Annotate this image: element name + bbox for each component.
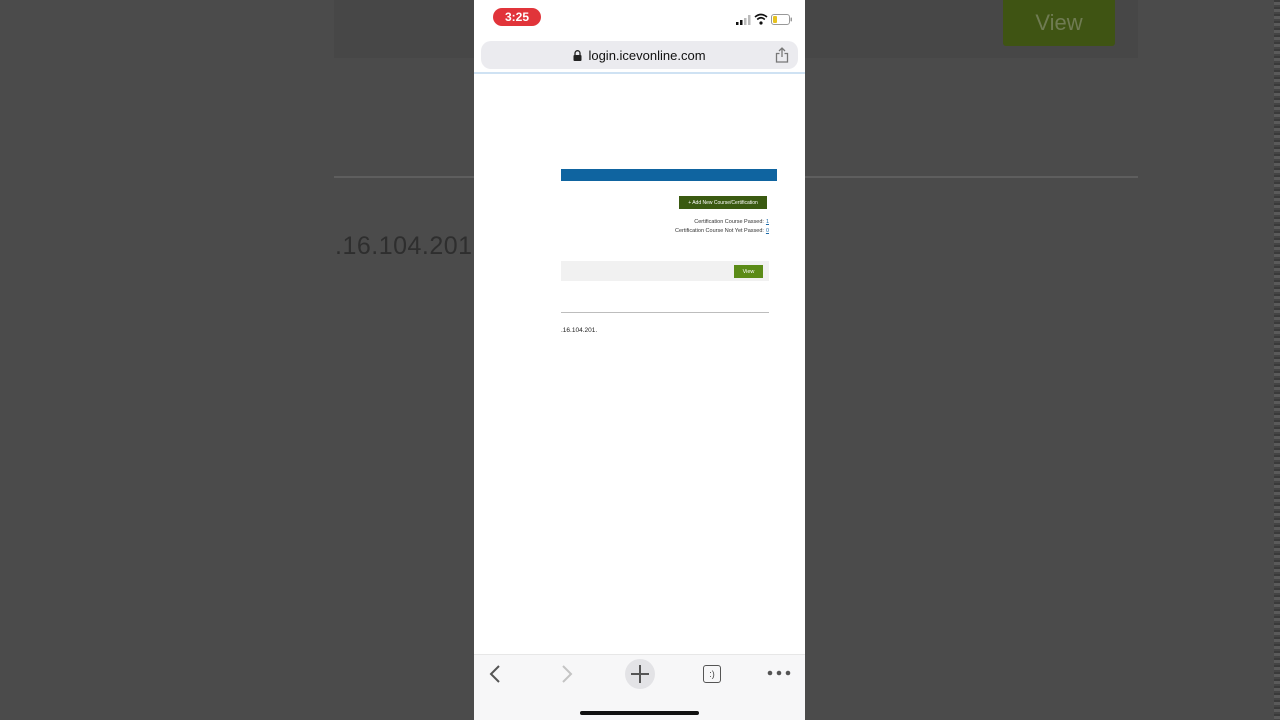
cellular-signal-icon: [736, 15, 751, 25]
new-tab-button[interactable]: [625, 659, 655, 689]
background-edge-noise: [1274, 0, 1280, 720]
cert-not-passed-count-link[interactable]: 0: [766, 228, 769, 234]
background-view-button: View: [1003, 0, 1115, 46]
ip-address-text: .16.104.201.: [561, 327, 598, 334]
cert-passed-row: Certification Course Passed: 1: [694, 219, 769, 225]
web-content: + Add New Course/Certification Certifica…: [474, 74, 805, 654]
address-bar[interactable]: login.icevonline.com: [481, 41, 798, 69]
browser-toolbar: :): [474, 654, 805, 720]
home-indicator: [580, 711, 699, 715]
lock-icon: [573, 49, 582, 61]
plus-icon: [631, 665, 649, 683]
cert-passed-label: Certification Course Passed:: [694, 219, 764, 225]
tabs-button[interactable]: :): [703, 665, 721, 683]
view-button[interactable]: View: [734, 265, 763, 278]
url-text: login.icevonline.com: [588, 47, 706, 63]
add-course-button[interactable]: + Add New Course/Certification: [679, 196, 767, 209]
phone-screen: 3:25 login.icevonline.com + Add New Cour…: [474, 0, 805, 720]
status-bar: 3:25: [474, 0, 805, 36]
cert-not-passed-label: Certification Course Not Yet Passed:: [674, 228, 764, 234]
cert-not-passed-row: Certification Course Not Yet Passed: 0: [675, 228, 769, 234]
battery-icon: [771, 14, 792, 25]
status-time: 3:25: [493, 8, 541, 26]
cert-passed-count-link[interactable]: 1: [766, 219, 769, 225]
wifi-icon: [754, 13, 768, 25]
background-ip-text: .16.104.201: [335, 232, 473, 260]
share-icon[interactable]: [775, 47, 789, 63]
forward-arrow-icon[interactable]: [558, 663, 576, 685]
more-options-icon[interactable]: [767, 667, 791, 679]
back-arrow-icon[interactable]: [486, 663, 504, 685]
content-divider: [561, 312, 769, 313]
page-header-bar: [561, 169, 777, 181]
